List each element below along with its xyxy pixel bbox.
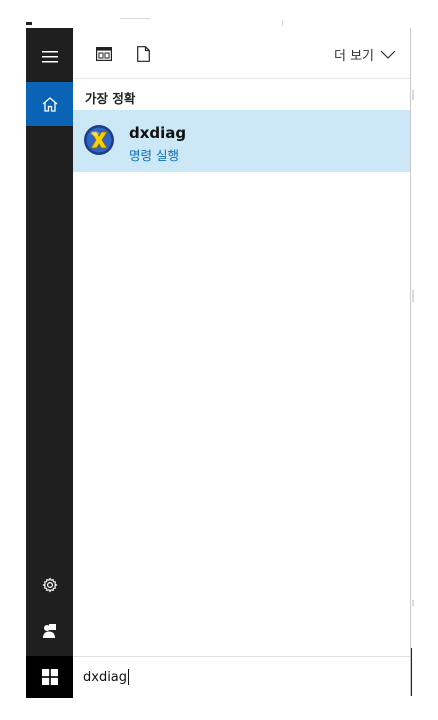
background-fragment (282, 20, 283, 26)
background-fragment (120, 18, 150, 19)
user-icon (42, 624, 56, 638)
apps-filter-button[interactable] (95, 45, 113, 63)
result-subtitle: 명령 실행 (129, 148, 179, 163)
search-input-value: dxdiag (83, 669, 128, 685)
background-fragment (26, 22, 32, 25)
start-button[interactable] (26, 656, 73, 698)
directx-icon (84, 125, 114, 155)
filter-toolbar: 더 보기 (73, 28, 410, 79)
hamburger-icon (41, 51, 58, 63)
documents-filter-button[interactable] (134, 45, 152, 63)
more-filters-button[interactable]: 더 보기 (334, 45, 396, 64)
search-box[interactable]: dxdiag (73, 656, 410, 699)
home-button[interactable] (26, 82, 73, 126)
app-window-icon (96, 47, 112, 61)
more-filters-label: 더 보기 (333, 49, 374, 64)
chevron-down-icon (380, 50, 396, 59)
screen: 더 보기 가장 정확 dxdiag 명령 실행 dxdiag (0, 0, 438, 720)
background-fragment (412, 600, 414, 606)
text-caret (128, 669, 130, 685)
home-icon (42, 96, 57, 112)
result-name: dxdiag (129, 124, 187, 142)
document-icon (136, 46, 150, 62)
user-button[interactable] (26, 616, 73, 646)
best-match-heading: 가장 정확 (85, 91, 136, 106)
background-fragment (412, 290, 414, 302)
menu-button[interactable] (26, 40, 73, 74)
start-menu-rail (26, 28, 73, 698)
windows-logo-icon (41, 669, 58, 685)
search-input[interactable]: dxdiag (83, 669, 130, 685)
search-results-panel: 더 보기 가장 정확 dxdiag 명령 실행 (73, 28, 411, 696)
settings-button[interactable] (26, 570, 73, 600)
background-fragment (412, 90, 414, 100)
gear-icon (41, 577, 58, 593)
best-match-result[interactable]: dxdiag 명령 실행 (73, 110, 410, 172)
